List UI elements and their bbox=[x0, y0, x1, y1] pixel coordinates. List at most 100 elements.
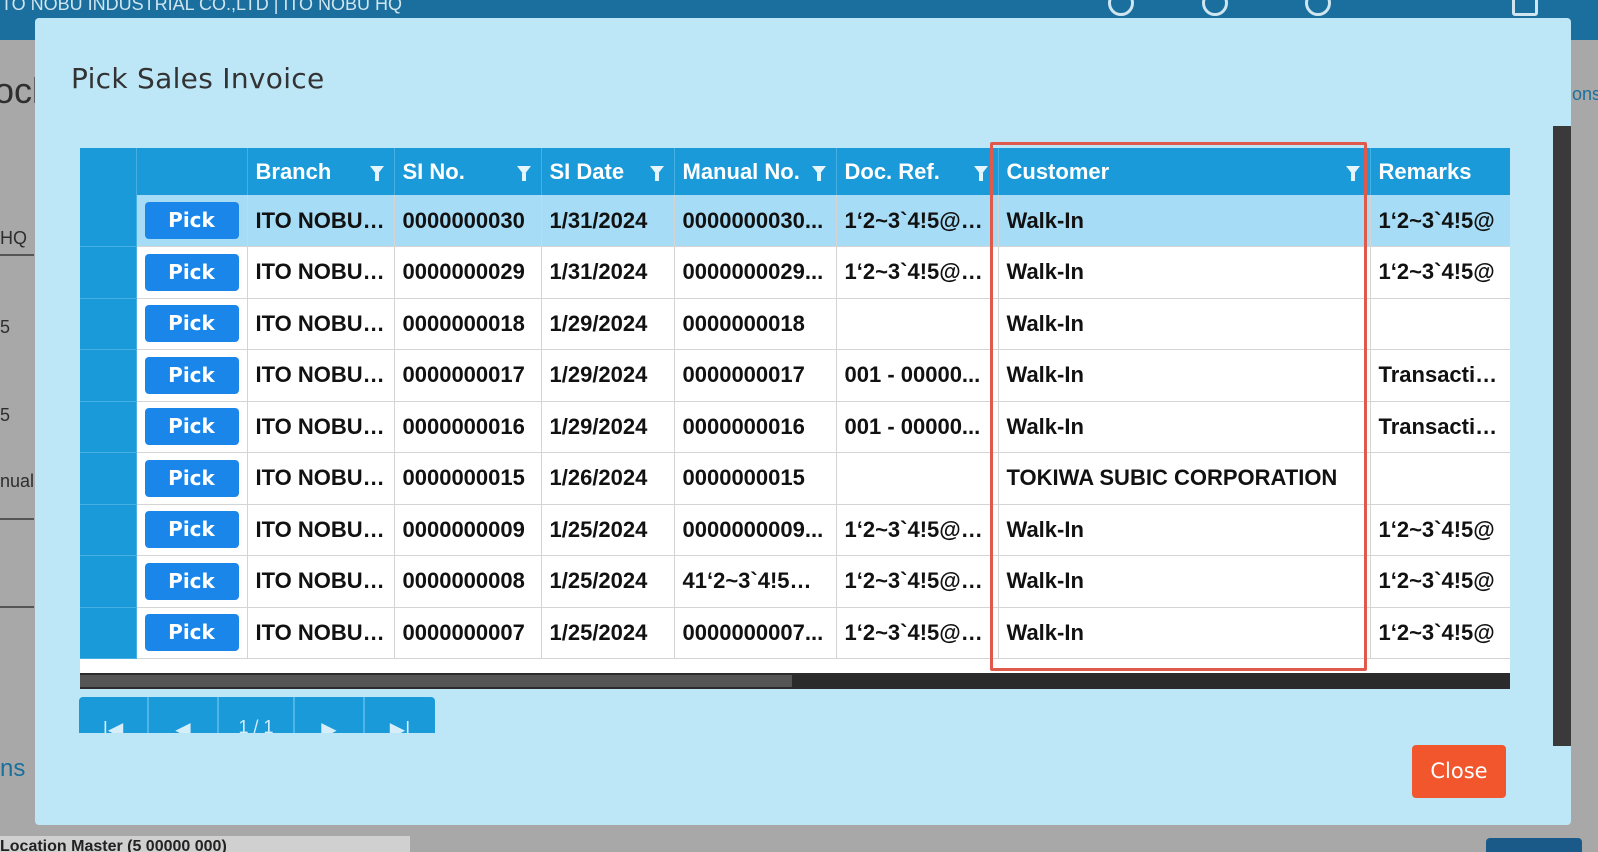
next-page-button[interactable]: ▶ bbox=[295, 697, 365, 733]
cell-si-no: 0000000017 bbox=[394, 349, 542, 402]
filter-icon[interactable] bbox=[369, 166, 384, 181]
clock-icon[interactable] bbox=[1202, 0, 1228, 16]
cell-doc-ref: 1‘2~3`4!5@6... bbox=[836, 555, 999, 608]
cell-pick: Pick bbox=[136, 401, 248, 453]
col-header-si-date[interactable]: SI Date bbox=[541, 148, 675, 195]
pick-button[interactable]: Pick bbox=[144, 253, 239, 291]
bg-text-ons: ons bbox=[1572, 84, 1598, 104]
cell-si-date: 1/31/2024 bbox=[541, 246, 675, 299]
close-button[interactable]: Close bbox=[1412, 745, 1506, 798]
cell-remarks: Transaction bbox=[1370, 349, 1510, 402]
cell-pick: Pick bbox=[136, 504, 248, 556]
scrollbar-thumb[interactable] bbox=[80, 675, 792, 687]
cell-si-no: 0000000030 bbox=[394, 195, 542, 247]
cell-branch: ITO NOBU ... bbox=[247, 504, 395, 556]
cell-manual-no: 41‘2~3`4!5@... bbox=[674, 555, 837, 608]
cell-remarks bbox=[1370, 452, 1510, 505]
row-selector[interactable] bbox=[80, 607, 137, 659]
menu-icon[interactable] bbox=[1512, 0, 1538, 16]
bg-text-ns: ns bbox=[0, 755, 26, 782]
cell-doc-ref: 1‘2~3`4!5@6... bbox=[836, 246, 999, 299]
row-selector[interactable] bbox=[80, 195, 137, 247]
company-name: ITO NOBU INDUSTRIAL CO.,LTD | ITO NOBU H… bbox=[0, 0, 403, 14]
cell-si-date: 1/25/2024 bbox=[541, 607, 675, 659]
cell-doc-ref: 001 - 00000... bbox=[836, 349, 999, 402]
cell-branch: ITO NOBU ... bbox=[247, 246, 395, 299]
row-selector[interactable] bbox=[80, 452, 137, 505]
bg-bottom-text: Location Master (5 00000 000) bbox=[0, 838, 227, 852]
filter-icon[interactable] bbox=[649, 166, 664, 181]
cell-branch: ITO NOBU ... bbox=[247, 195, 395, 247]
cell-branch: ITO NOBU ... bbox=[247, 555, 395, 608]
cell-manual-no: 0000000017 bbox=[674, 349, 837, 402]
pick-button[interactable]: Pick bbox=[144, 511, 239, 549]
first-page-button[interactable]: |◀ bbox=[79, 697, 149, 733]
pick-button[interactable]: Pick bbox=[144, 202, 239, 239]
cell-pick: Pick bbox=[136, 195, 248, 247]
globe-icon[interactable] bbox=[1108, 0, 1134, 16]
cell-doc-ref: 1‘2~3`4!5@6... bbox=[836, 607, 999, 659]
cell-doc-ref: 1‘2~3`4!5@6... bbox=[836, 504, 999, 556]
modal-title: Pick Sales Invoice bbox=[71, 62, 325, 95]
pick-button[interactable]: Pick bbox=[144, 614, 239, 652]
pick-sales-invoice-modal: Pick Sales Invoice Branch SI No. SI Date… bbox=[35, 18, 1571, 825]
cell-branch: ITO NOBU ... bbox=[247, 349, 395, 402]
bg-text-hq: HQ bbox=[0, 228, 27, 248]
cell-manual-no: 0000000009... bbox=[674, 504, 837, 556]
cell-pick: Pick bbox=[136, 555, 248, 608]
cell-si-no: 0000000018 bbox=[394, 298, 542, 350]
pager: |◀ ◀ 1 / 1 ▶ ▶| bbox=[79, 697, 435, 733]
cell-si-date: 1/26/2024 bbox=[541, 452, 675, 505]
cell-remarks: 1‘2~3`4!5@ bbox=[1370, 607, 1510, 659]
col-header-manual-no[interactable]: Manual No. bbox=[674, 148, 837, 195]
row-selector[interactable] bbox=[80, 504, 137, 556]
bg-text-manual: nual bbox=[0, 471, 35, 491]
last-page-button[interactable]: ▶| bbox=[365, 697, 435, 733]
cell-manual-no: 0000000016 bbox=[674, 401, 837, 453]
cell-branch: ITO NOBU ... bbox=[247, 298, 395, 350]
cell-remarks: Transaction bbox=[1370, 401, 1510, 453]
cell-remarks: 1‘2~3`4!5@ bbox=[1370, 246, 1510, 299]
cell-remarks: 1‘2~3`4!5@ bbox=[1370, 555, 1510, 608]
col-header-remarks[interactable]: Remarks bbox=[1370, 148, 1510, 195]
row-selector[interactable] bbox=[80, 401, 137, 453]
cell-pick: Pick bbox=[136, 298, 248, 350]
cell-branch: ITO NOBU ... bbox=[247, 401, 395, 453]
cell-branch: ITO NOBU ... bbox=[247, 452, 395, 505]
pick-button[interactable]: Pick bbox=[144, 408, 239, 446]
cell-manual-no: 0000000029... bbox=[674, 246, 837, 299]
filter-icon[interactable] bbox=[811, 166, 826, 181]
cell-si-no: 0000000007 bbox=[394, 607, 542, 659]
bg-button bbox=[1486, 838, 1582, 852]
filter-icon[interactable] bbox=[973, 166, 988, 181]
pick-button[interactable]: Pick bbox=[144, 562, 239, 600]
cell-doc-ref bbox=[836, 298, 999, 350]
cell-doc-ref: 001 - 00000... bbox=[836, 401, 999, 453]
cell-pick: Pick bbox=[136, 607, 248, 659]
col-header-doc-ref[interactable]: Doc. Ref. bbox=[836, 148, 999, 195]
grid-horizontal-scrollbar[interactable] bbox=[80, 673, 1510, 689]
modal-scrollbar[interactable] bbox=[1553, 126, 1571, 746]
cell-branch: ITO NOBU ... bbox=[247, 607, 395, 659]
cell-manual-no: 0000000015 bbox=[674, 452, 837, 505]
cell-doc-ref: 1‘2~3`4!5@6... bbox=[836, 195, 999, 247]
cell-si-date: 1/25/2024 bbox=[541, 504, 675, 556]
pick-button[interactable]: Pick bbox=[144, 305, 239, 343]
col-header-branch[interactable]: Branch bbox=[247, 148, 395, 195]
row-selector[interactable] bbox=[80, 298, 137, 350]
cell-manual-no: 0000000030... bbox=[674, 195, 837, 247]
row-selector[interactable] bbox=[80, 555, 137, 608]
row-selector[interactable] bbox=[80, 246, 137, 299]
prev-page-button[interactable]: ◀ bbox=[149, 697, 219, 733]
row-selector[interactable] bbox=[80, 349, 137, 402]
pick-button[interactable]: Pick bbox=[144, 459, 239, 497]
bell-icon[interactable] bbox=[1305, 0, 1331, 16]
cell-remarks: 1‘2~3`4!5@ bbox=[1370, 504, 1510, 556]
col-header-si-no[interactable]: SI No. bbox=[394, 148, 542, 195]
cell-si-date: 1/29/2024 bbox=[541, 401, 675, 453]
pick-button[interactable]: Pick bbox=[144, 356, 239, 394]
cell-manual-no: 0000000018 bbox=[674, 298, 837, 350]
cell-si-no: 0000000029 bbox=[394, 246, 542, 299]
cell-manual-no: 0000000007... bbox=[674, 607, 837, 659]
filter-icon[interactable] bbox=[516, 166, 531, 181]
